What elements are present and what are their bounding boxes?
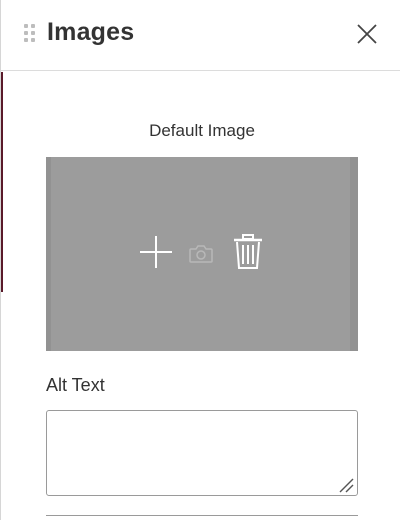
default-image-dropzone[interactable] bbox=[46, 157, 358, 351]
next-field-border bbox=[46, 515, 358, 516]
alt-text-input[interactable] bbox=[46, 410, 358, 496]
camera-icon bbox=[189, 245, 213, 263]
close-icon bbox=[357, 24, 377, 44]
trash-icon bbox=[234, 234, 262, 269]
alt-text-label: Alt Text bbox=[46, 375, 105, 395]
drag-handle-icon[interactable] bbox=[24, 24, 38, 44]
resize-grip-icon[interactable] bbox=[338, 477, 354, 493]
camera-button[interactable] bbox=[188, 244, 214, 264]
images-panel: Images Default Image Alt Text bbox=[0, 0, 400, 520]
plus-icon bbox=[140, 236, 172, 268]
default-image-label: Default Image bbox=[149, 121, 255, 140]
panel-title: Images bbox=[47, 18, 135, 46]
close-button[interactable] bbox=[355, 22, 379, 46]
left-edge-accent bbox=[1, 72, 3, 292]
delete-image-button[interactable] bbox=[232, 233, 264, 271]
add-image-button[interactable] bbox=[138, 234, 174, 270]
panel-header: Images bbox=[1, 0, 400, 71]
